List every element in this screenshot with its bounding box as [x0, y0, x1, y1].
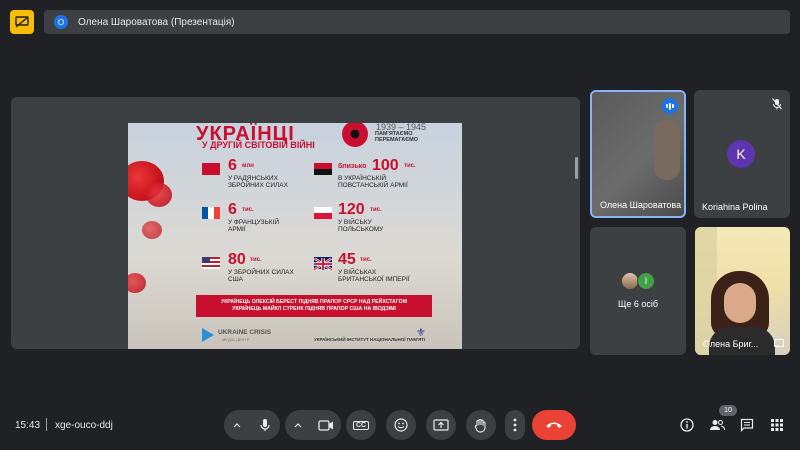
upa-flag-icon	[314, 163, 332, 175]
participant-name: Олена Бриг...	[703, 339, 759, 349]
ukraine-crisis-logo	[202, 328, 214, 342]
end-call-icon[interactable]	[532, 410, 576, 440]
speaking-indicator-icon	[662, 98, 678, 114]
poppy-image	[146, 183, 172, 207]
stat-desc: У ЗБРОЙНИХ СИЛАХ	[228, 269, 294, 276]
clock: 15:43	[15, 420, 41, 431]
participant-figure	[724, 283, 756, 323]
stat-number: 6	[228, 201, 237, 218]
stat-number: 6	[228, 157, 237, 174]
footer-org-sub: МЕДІА-ЦЕНТР	[222, 337, 250, 342]
uk-flag-icon	[313, 257, 333, 271]
stat-unit: млн	[242, 163, 254, 169]
stat-desc: У РАДЯНСЬКИХ	[228, 175, 278, 182]
mic-off-icon	[772, 98, 782, 113]
more-icon[interactable]	[505, 410, 525, 440]
avatar: І	[637, 272, 655, 290]
usa-flag-icon	[202, 257, 220, 269]
camera-icon[interactable]	[311, 410, 341, 440]
stat-number: 80	[228, 251, 246, 268]
stat-desc: У ВІЙСЬКУ	[338, 219, 372, 226]
stat-unit: тис.	[250, 257, 262, 263]
trident-logo: ⚜	[416, 327, 426, 339]
presenting-icon	[774, 339, 784, 347]
presenting-bar: О Олена Шароватова (Презентація)	[44, 10, 790, 34]
poland-flag-icon	[314, 207, 332, 219]
slide-slogan: ПАМ'ЯТАЄМО ПЕРЕМАГАЄМО	[375, 131, 419, 143]
chevron-up-icon[interactable]	[285, 410, 311, 440]
stat-desc: В УКРАЇНСЬКІЙ	[338, 175, 387, 182]
presenter-label: Олена Шароватова (Презентація)	[78, 16, 235, 28]
stat-desc: У ФРАНЦУЗЬКІЙ	[228, 219, 280, 226]
stat-unit: тис.	[242, 207, 254, 213]
france-flag-icon	[202, 207, 220, 219]
stat-desc: США	[228, 276, 243, 283]
stat-unit: тис.	[370, 207, 382, 213]
scrollbar[interactable]	[575, 157, 578, 179]
stat-desc: ПОЛЬСЬКОМУ	[338, 226, 384, 233]
ussr-flag-icon	[202, 163, 220, 175]
slide-banner: УКРАЇНЕЦЬ ОЛЕКСІЙ БЕРЕСТ ПІДНЯВ ПРАПОР С…	[196, 295, 432, 317]
stat-number: 120	[338, 201, 365, 218]
presentation-slide: УКРАЇНЦІ У ДРУГІЙ СВІТОВІЙ ВІЙНІ 1939 – …	[128, 123, 462, 349]
avatar: K	[727, 140, 755, 168]
chevron-up-icon[interactable]	[224, 410, 250, 440]
camera-control	[285, 410, 341, 440]
footer-org: UKRAINE CRISIS	[218, 329, 272, 336]
participant-tile[interactable]: K Koriahina Polina	[694, 90, 790, 218]
slide-subtitle: У ДРУГІЙ СВІТОВІЙ ВІЙНІ	[202, 140, 315, 150]
mic-icon[interactable]	[250, 410, 280, 440]
people-count-badge: 10	[719, 405, 737, 416]
presentation-tile[interactable]: УКРАЇНЦІ У ДРУГІЙ СВІТОВІЙ ВІЙНІ 1939 – …	[11, 97, 580, 349]
divider	[46, 418, 47, 431]
more-participants-label: Ще 6 осіб	[617, 299, 659, 309]
banner-line: УКРАЇНЕЦЬ ОЛЕКСІЙ БЕРЕСТ ПІДНЯВ ПРАПОР С…	[220, 299, 408, 305]
meeting-code[interactable]: xge-ouco-ddj	[55, 420, 113, 431]
stat-desc: У ВІЙСЬКАХ	[338, 269, 377, 276]
stat-number: 45	[338, 251, 356, 268]
presenter-avatar: О	[54, 15, 68, 29]
stat-unit: тис.	[360, 257, 372, 263]
raise-hand-icon[interactable]	[466, 410, 496, 440]
participant-tile[interactable]: Олена Бриг...	[695, 227, 790, 355]
poppy-image	[142, 221, 162, 239]
stat-desc: АРМІЇ	[228, 226, 246, 233]
participant-name: Koriahina Polina	[702, 202, 768, 212]
participant-figure	[654, 120, 680, 180]
present-off-icon[interactable]	[10, 10, 34, 34]
meet-window: О Олена Шароватова (Презентація) УКРАЇНЦ…	[0, 0, 800, 450]
banner-line: УКРАЇНЕЦЬ МАЙКЛ СТРЕНК ПІДНЯВ ПРАПОР США…	[232, 306, 396, 312]
present-screen-icon[interactable]	[426, 410, 456, 440]
participant-tile[interactable]: Олена Шароватова	[590, 90, 686, 218]
stat-desc: ПОВСТАНСЬКІЙ АРМІЇ	[338, 182, 408, 189]
captions-button[interactable]: CC	[346, 410, 376, 440]
captions-icon: CC	[352, 420, 370, 430]
stat-number: 100	[372, 157, 399, 174]
chat-icon[interactable]	[738, 416, 756, 434]
stat-desc: БРИТАНСЬКОЇ ІМПЕРІЇ	[338, 276, 410, 283]
activities-icon[interactable]	[768, 416, 786, 434]
stat-desc: ЗБРОЙНИХ СИЛАХ	[228, 182, 288, 189]
people-icon[interactable]	[708, 416, 726, 434]
footer-institute: УКРАЇНСЬКИЙ ІНСТИТУТ НАЦІОНАЛЬНОЇ ПАМ'ЯТ…	[314, 337, 426, 342]
participant-name: Олена Шароватова	[600, 200, 682, 210]
mic-control	[224, 410, 280, 440]
stat-prefix: близько	[338, 163, 367, 170]
emoji-icon[interactable]	[386, 410, 416, 440]
stat-unit: тис.	[404, 163, 416, 169]
info-icon[interactable]	[678, 416, 696, 434]
more-participants-tile[interactable]: І Ще 6 осіб	[590, 227, 686, 355]
